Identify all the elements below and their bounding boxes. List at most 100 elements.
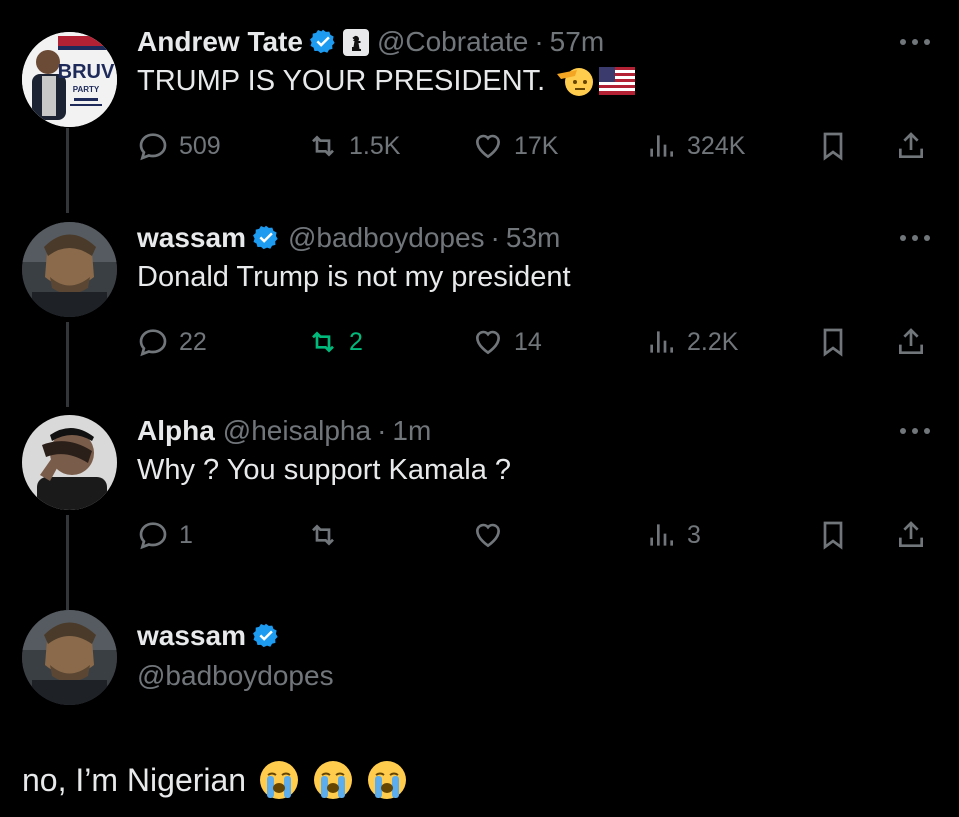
- share-button[interactable]: [895, 515, 927, 555]
- avatar[interactable]: [22, 222, 117, 317]
- avatar-logo-text: BRUV: [58, 61, 115, 83]
- views-button[interactable]: 2.2K: [645, 322, 738, 362]
- share-button[interactable]: [895, 322, 927, 362]
- bookmark-button[interactable]: [817, 126, 849, 166]
- reply-count: 22: [179, 327, 207, 356]
- views-chart-icon: [650, 524, 673, 546]
- display-name[interactable]: Andrew Tate: [137, 24, 303, 60]
- repost-count: 1.5K: [349, 131, 401, 160]
- repost-button[interactable]: 1.5K: [307, 126, 400, 166]
- display-name[interactable]: Alpha: [137, 413, 215, 449]
- repost-icon: [312, 524, 334, 546]
- tweet[interactable]: Alpha @heisalpha · 1m Why ? You support …: [0, 413, 959, 583]
- bookmark-icon: [823, 132, 843, 161]
- tweet-text: TRUMP IS YOUR PRESIDENT.: [137, 65, 546, 97]
- views-chart-icon: [650, 135, 673, 157]
- tweet[interactable]: BRUV PARTY Andrew Tate @Cobratate · 57m: [0, 24, 959, 194]
- reply-count: 509: [179, 131, 221, 160]
- avatar[interactable]: [22, 415, 117, 510]
- avatar-logo-subtext: PARTY: [73, 85, 100, 94]
- bookmark-icon: [823, 521, 843, 550]
- tweet-actions: 22 2 14 2.2K: [137, 322, 937, 362]
- view-count: 3: [687, 520, 701, 549]
- handle[interactable]: @badboydopes: [288, 220, 485, 256]
- avatar[interactable]: [22, 610, 117, 705]
- timestamp[interactable]: 53m: [506, 220, 560, 256]
- handle[interactable]: @heisalpha: [223, 413, 371, 449]
- loudly-crying-face-emoji-icon: [314, 761, 353, 799]
- share-icon: [899, 132, 923, 158]
- verified-badge-icon[interactable]: [252, 622, 280, 650]
- bookmark-button[interactable]: [817, 515, 849, 555]
- tweet-text-row: Why ? You support Kamala ?: [137, 451, 511, 489]
- tweet-header: Andrew Tate @Cobratate · 57m: [137, 24, 604, 60]
- tweet-actions: 509 1.5K 17K 324K: [137, 126, 937, 166]
- more-options-icon[interactable]: [897, 32, 933, 52]
- separator-dot: ·: [377, 415, 387, 446]
- us-flag-emoji-icon: [599, 67, 636, 95]
- avatar-image: [22, 222, 117, 317]
- separator-dot: ·: [534, 26, 544, 57]
- tweet[interactable]: wassam @badboydopes · 53m Donald Trump i…: [0, 220, 959, 390]
- avatar-image: BRUV PARTY: [22, 32, 117, 127]
- reply-button[interactable]: 1: [137, 515, 193, 555]
- avatar-image: [22, 610, 117, 705]
- heart-icon: [475, 330, 501, 355]
- view-count: 2.2K: [687, 327, 739, 356]
- separator-dot: ·: [490, 222, 500, 253]
- affiliate-badge-icon[interactable]: [342, 29, 369, 56]
- views-button[interactable]: 3: [645, 515, 701, 555]
- repost-icon: [312, 331, 334, 353]
- verified-badge-icon[interactable]: [309, 28, 337, 56]
- tweet-text: Donald Trump is not my president: [137, 261, 571, 293]
- reply-author-name-row: wassam: [137, 618, 280, 654]
- heart-icon: [475, 134, 501, 159]
- repost-button[interactable]: 2: [307, 322, 363, 362]
- reply-icon: [139, 522, 167, 550]
- display-name[interactable]: wassam: [137, 220, 246, 256]
- timestamp[interactable]: 1m: [392, 413, 431, 449]
- handle[interactable]: @Cobratate: [377, 24, 528, 60]
- verified-badge-icon[interactable]: [252, 224, 280, 252]
- display-name[interactable]: wassam: [137, 618, 246, 654]
- reply-button[interactable]: 509: [137, 126, 221, 166]
- tweet-actions: 1 3: [137, 515, 937, 555]
- like-button[interactable]: 17K: [472, 126, 558, 166]
- loudly-crying-face-emoji-icon: [260, 761, 299, 799]
- views-button[interactable]: 324K: [645, 126, 745, 166]
- tweet-header: Alpha @heisalpha · 1m: [137, 413, 431, 449]
- repost-button[interactable]: [307, 515, 349, 555]
- tweet-text: Why ? You support Kamala ?: [137, 454, 512, 486]
- repost-count: 2: [349, 327, 363, 356]
- thread-screenshot: BRUV PARTY Andrew Tate @Cobratate · 57m: [0, 0, 959, 817]
- timestamp[interactable]: 57m: [550, 24, 604, 60]
- like-count: 14: [514, 327, 542, 356]
- more-options-icon[interactable]: [897, 228, 933, 248]
- like-count: 17K: [514, 131, 559, 160]
- tweet-text-row: TRUMP IS YOUR PRESIDENT.: [137, 62, 636, 100]
- reply-text: no, I’m Nigerian: [22, 762, 247, 798]
- reply-button[interactable]: 22: [137, 322, 207, 362]
- bookmark-icon: [823, 328, 843, 357]
- reply-text-row: no, I’m Nigerian: [22, 758, 408, 802]
- reply-icon: [139, 133, 167, 161]
- reply-count: 1: [179, 520, 193, 549]
- tweet-text-row: Donald Trump is not my president: [137, 258, 571, 296]
- views-chart-icon: [650, 331, 673, 353]
- avatar-image: [22, 415, 117, 510]
- bookmark-button[interactable]: [817, 322, 849, 362]
- view-count: 324K: [687, 131, 746, 160]
- more-options-icon[interactable]: [897, 421, 933, 441]
- handle[interactable]: @badboydopes: [137, 658, 334, 694]
- like-button[interactable]: [472, 515, 514, 555]
- reply-icon: [139, 329, 167, 357]
- avatar[interactable]: BRUV PARTY: [22, 32, 117, 127]
- share-button[interactable]: [895, 126, 927, 166]
- share-icon: [899, 328, 923, 354]
- saluting-face-emoji-icon: [557, 68, 594, 96]
- tweet-header: wassam @badboydopes · 53m: [137, 220, 560, 256]
- like-button[interactable]: 14: [472, 322, 542, 362]
- share-icon: [899, 521, 923, 547]
- heart-icon: [475, 523, 501, 548]
- loudly-crying-face-emoji-icon: [368, 761, 407, 799]
